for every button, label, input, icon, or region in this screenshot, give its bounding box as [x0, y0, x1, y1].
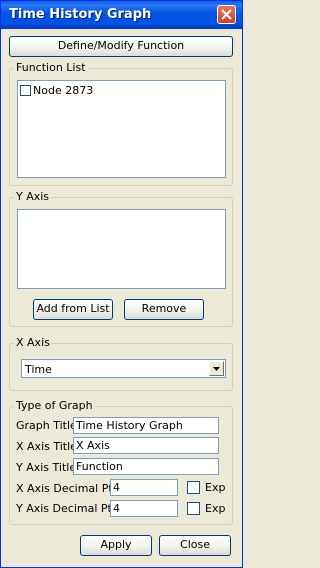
y-axis-exp-label: Exp	[205, 502, 226, 515]
y-axis-exp-option[interactable]: Exp	[187, 502, 225, 515]
remove-button[interactable]: Remove	[124, 299, 204, 320]
x-axis-group-label: X Axis	[14, 336, 52, 349]
y-axis-group: Y Axis Add from List Remove	[9, 190, 233, 327]
function-list-item[interactable]: Node 2873	[20, 83, 93, 97]
function-list-group: Function List Node 2873	[9, 61, 233, 186]
x-axis-decimal-input[interactable]: 4	[110, 479, 178, 496]
y-axis-exp-checkbox[interactable]	[187, 502, 200, 515]
function-list-label: Function List	[14, 61, 88, 74]
x-axis-dropdown-button[interactable]	[209, 361, 224, 376]
x-axis-group: X Axis Time	[9, 336, 233, 391]
function-item-checkbox[interactable]	[20, 84, 31, 96]
close-window-button[interactable]	[217, 5, 236, 24]
apply-button[interactable]: Apply	[80, 535, 152, 556]
y-axis-decimal-input[interactable]: 4	[110, 500, 178, 517]
x-axis-exp-label: Exp	[205, 481, 226, 494]
x-axis-exp-option[interactable]: Exp	[187, 481, 225, 494]
graph-title-input[interactable]: Time History Graph	[73, 417, 219, 434]
y-axis-listbox[interactable]	[17, 209, 226, 289]
chevron-down-icon	[213, 367, 220, 371]
y-axis-decimal-label: Y Axis Decimal Pt.	[16, 502, 116, 515]
x-axis-decimal-label: X Axis Decimal Pt.	[16, 482, 117, 495]
x-axis-title-input[interactable]: X Axis	[73, 437, 219, 454]
close-button[interactable]: Close	[159, 535, 231, 556]
add-from-list-button[interactable]: Add from List	[33, 299, 113, 320]
time-history-graph-window: Time History Graph Define/Modify Functio…	[0, 0, 243, 568]
window-title: Time History Graph	[9, 7, 152, 22]
y-axis-title-input[interactable]: Function	[73, 458, 219, 475]
y-axis-title-label: Y Axis Title	[16, 461, 77, 474]
function-listbox[interactable]: Node 2873	[17, 80, 226, 178]
x-axis-select[interactable]: Time	[21, 359, 226, 378]
type-of-graph-group: Type of Graph Graph Title Time History G…	[9, 399, 233, 525]
function-item-label: Node 2873	[33, 83, 94, 97]
title-bar[interactable]: Time History Graph	[1, 1, 242, 29]
graph-title-label: Graph Title	[16, 419, 77, 432]
close-icon	[221, 9, 232, 20]
y-axis-group-label: Y Axis	[14, 190, 52, 203]
type-of-graph-label: Type of Graph	[14, 399, 95, 412]
x-axis-exp-checkbox[interactable]	[187, 481, 200, 494]
x-axis-selected-value: Time	[25, 363, 52, 376]
define-modify-function-button[interactable]: Define/Modify Function	[9, 36, 233, 57]
x-axis-title-label: X Axis Title	[16, 440, 77, 453]
